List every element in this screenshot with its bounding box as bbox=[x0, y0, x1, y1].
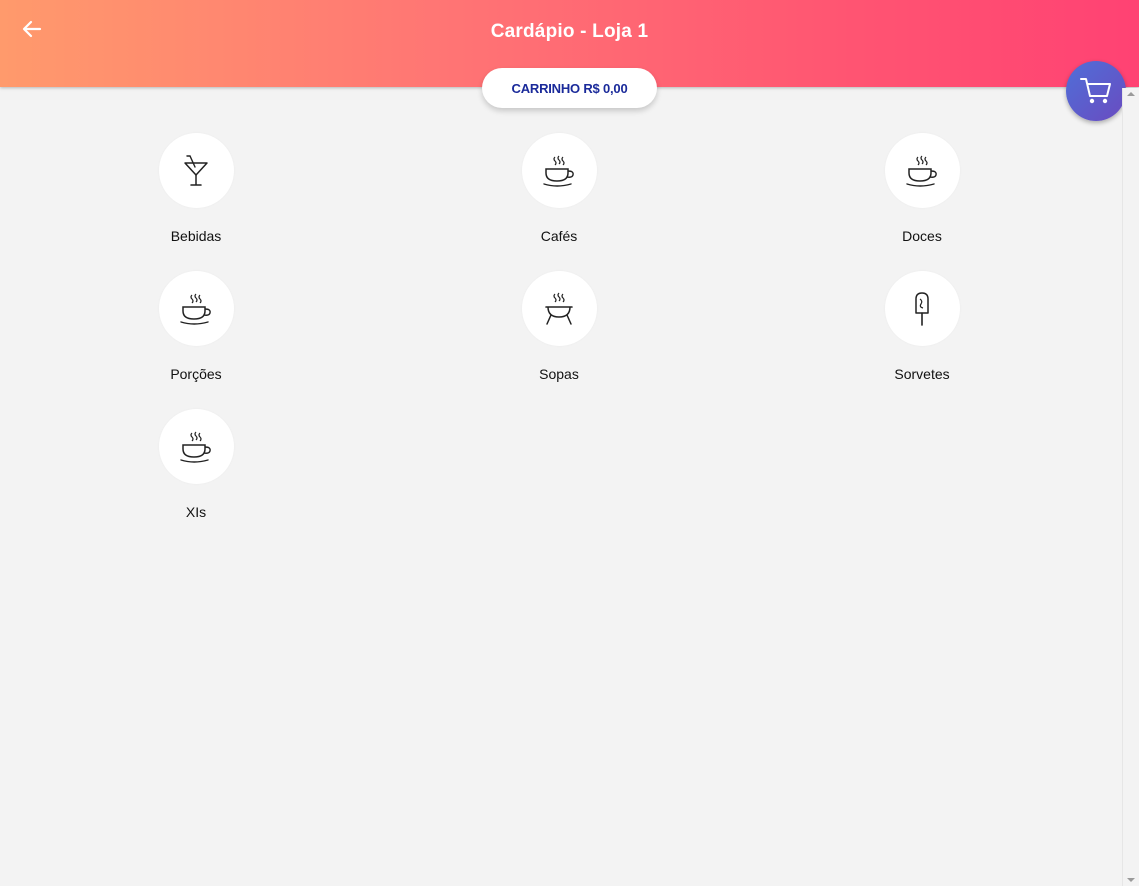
category-label: Cafés bbox=[540, 228, 578, 244]
vertical-scrollbar[interactable] bbox=[1122, 88, 1139, 886]
scroll-up-arrow-icon[interactable] bbox=[1127, 92, 1135, 96]
category-icon-circle bbox=[521, 271, 597, 346]
category-icon-circle bbox=[158, 271, 234, 346]
soup-pot-icon bbox=[545, 292, 573, 325]
cocktail-icon bbox=[184, 154, 208, 186]
category-icon-circle bbox=[158, 133, 234, 208]
cart-fab-button[interactable] bbox=[1066, 61, 1126, 121]
coffee-cup-icon bbox=[180, 293, 211, 325]
category-label: Porções bbox=[170, 366, 222, 382]
shopping-cart-icon bbox=[1080, 78, 1111, 104]
category-bebidas[interactable]: Bebidas bbox=[136, 133, 256, 244]
category-xis[interactable]: XIs bbox=[136, 409, 256, 520]
page-title: Cardápio - Loja 1 bbox=[490, 21, 649, 42]
category-sorvetes[interactable]: Sorvetes bbox=[862, 271, 982, 382]
category-label: Sopas bbox=[539, 366, 579, 382]
category-label: Bebidas bbox=[170, 228, 222, 244]
category-label: XIs bbox=[185, 504, 207, 520]
category-porcoes[interactable]: Porções bbox=[136, 271, 256, 382]
category-doces[interactable]: Doces bbox=[862, 133, 982, 244]
cart-total-button[interactable]: CARRINHO R$ 0,00 bbox=[482, 68, 657, 108]
category-icon-circle bbox=[884, 271, 960, 346]
category-icon-circle bbox=[158, 409, 234, 484]
category-icon-circle bbox=[521, 133, 597, 208]
popsicle-icon bbox=[915, 291, 929, 326]
category-label: Doces bbox=[902, 228, 942, 244]
coffee-cup-icon bbox=[180, 431, 211, 463]
category-label: Sorvetes bbox=[894, 366, 950, 382]
category-icon-circle bbox=[884, 133, 960, 208]
category-sopas[interactable]: Sopas bbox=[499, 271, 619, 382]
coffee-cup-icon bbox=[906, 155, 937, 187]
coffee-cup-icon bbox=[543, 155, 574, 187]
scroll-down-arrow-icon[interactable] bbox=[1127, 878, 1135, 882]
category-cafes[interactable]: Cafés bbox=[499, 133, 619, 244]
